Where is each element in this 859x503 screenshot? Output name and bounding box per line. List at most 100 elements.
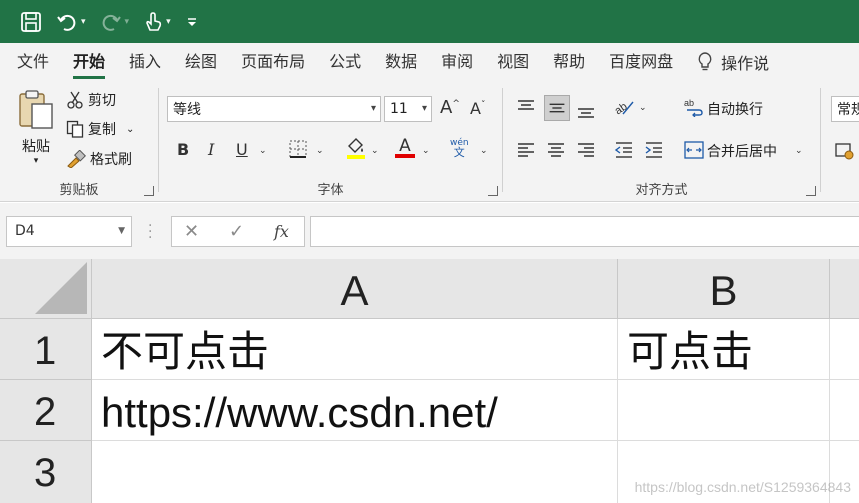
tab-page-layout[interactable]: 页面布局 xyxy=(229,43,317,80)
undo-button[interactable]: ▾ xyxy=(56,11,86,33)
formula-buttons: ✕ ✓ fx xyxy=(171,216,305,247)
cell-a3[interactable] xyxy=(92,441,618,503)
name-box[interactable]: D4 ▼ xyxy=(6,216,132,247)
row-header-3[interactable]: 3 xyxy=(0,441,92,503)
font-size-value: 11 xyxy=(390,101,408,117)
redo-dropdown-icon[interactable]: ▾ xyxy=(125,17,130,27)
enter-icon[interactable]: ✓ xyxy=(229,221,244,242)
tab-file[interactable]: 文件 xyxy=(0,43,61,80)
cell-c1[interactable] xyxy=(830,319,859,380)
align-middle-icon[interactable] xyxy=(544,95,570,121)
name-box-value: D4 xyxy=(15,223,35,239)
tell-me-box[interactable]: 操作说 xyxy=(697,50,769,74)
clipboard-launcher-icon[interactable] xyxy=(144,186,154,196)
font-name-select[interactable]: 等线 ▾ xyxy=(167,96,381,122)
merge-dropdown-icon[interactable]: ⌄ xyxy=(795,146,803,156)
cut-button[interactable]: 剪切 xyxy=(66,90,116,110)
paste-dropdown-icon[interactable]: ▾ xyxy=(14,156,58,166)
merge-center-button[interactable]: 合并后居中 xyxy=(707,141,777,161)
number-format-select[interactable]: 常规 xyxy=(831,96,859,122)
select-all-button[interactable] xyxy=(0,259,92,319)
align-top-icon[interactable] xyxy=(515,97,537,117)
ribbon-tabs: 文件 开始 插入 绘图 页面布局 公式 数据 审阅 视图 帮助 百度网盘 操作说 xyxy=(0,43,859,80)
underline-button[interactable]: U xyxy=(236,140,248,159)
name-box-dropdown-icon[interactable]: ▼ xyxy=(118,226,125,236)
tab-insert[interactable]: 插入 xyxy=(117,43,173,80)
customize-qat-button[interactable] xyxy=(185,15,199,29)
formula-input[interactable] xyxy=(310,216,859,247)
cell-b1[interactable]: 可点击 xyxy=(618,319,830,380)
bold-button[interactable]: B xyxy=(177,140,189,159)
paste-icon xyxy=(19,90,53,129)
row-header-1[interactable]: 1 xyxy=(0,319,92,380)
italic-button[interactable]: I xyxy=(208,140,214,159)
orientation-dropdown-icon[interactable]: ⌄ xyxy=(639,103,647,113)
font-color-button[interactable]: A xyxy=(395,136,415,158)
row-header-2[interactable]: 2 xyxy=(0,380,92,441)
font-size-dropdown-icon: ▾ xyxy=(421,103,427,114)
shrink-font-button[interactable]: Aˇ xyxy=(470,99,485,118)
cell-a2[interactable]: https://www.csdn.net/ xyxy=(92,380,618,441)
watermark: https://blog.csdn.net/S1259364843 xyxy=(634,479,851,495)
align-left-icon[interactable] xyxy=(515,140,537,160)
column-header-a[interactable]: A xyxy=(92,259,618,319)
undo-dropdown-icon[interactable]: ▾ xyxy=(81,17,86,27)
customize-qat-icon xyxy=(187,17,196,26)
formula-bar: D4 ▼ · · · ✕ ✓ fx xyxy=(0,203,859,259)
ribbon: 粘贴 ▾ 剪切 复制 ⌄ 格式刷 剪贴板 等线 ▾ 11 ▾ A^ Aˇ B I… xyxy=(0,80,859,202)
format-painter-icon xyxy=(67,150,86,168)
format-painter-button[interactable]: 格式刷 xyxy=(66,149,132,169)
borders-button[interactable] xyxy=(288,139,308,163)
insert-function-icon[interactable]: fx xyxy=(274,222,289,241)
font-color-dropdown-icon[interactable]: ⌄ xyxy=(422,146,430,156)
orientation-icon[interactable]: ab xyxy=(613,97,635,117)
fill-color-button[interactable] xyxy=(345,136,367,164)
merge-center-icon xyxy=(684,141,704,159)
phonetic-guide-button[interactable]: wén 文 xyxy=(450,138,469,158)
tab-baidu-netdisk[interactable]: 百度网盘 xyxy=(597,43,685,80)
borders-dropdown-icon[interactable]: ⌄ xyxy=(316,146,324,156)
phonetic-dropdown-icon[interactable]: ⌄ xyxy=(480,146,488,156)
tab-help[interactable]: 帮助 xyxy=(541,43,597,80)
font-color-icon: A xyxy=(399,136,411,156)
copy-button[interactable]: 复制 ⌄ xyxy=(66,119,134,139)
font-group-label: 字体 xyxy=(317,183,344,198)
number-format-value: 常规 xyxy=(837,102,859,118)
touch-mode-dropdown-icon[interactable]: ▾ xyxy=(166,17,171,27)
align-right-icon[interactable] xyxy=(575,140,597,160)
fill-color-dropdown-icon[interactable]: ⌄ xyxy=(371,146,379,156)
undo-icon xyxy=(57,14,76,31)
column-header-c[interactable] xyxy=(830,259,859,319)
touch-mode-button[interactable]: ▾ xyxy=(143,11,171,33)
alignment-launcher-icon[interactable] xyxy=(806,186,816,196)
tab-review[interactable]: 审阅 xyxy=(429,43,485,80)
wrap-text-button[interactable]: 自动换行 xyxy=(707,99,763,119)
copy-dropdown-icon[interactable]: ⌄ xyxy=(126,124,134,135)
accounting-format-icon[interactable] xyxy=(834,141,856,161)
tab-home[interactable]: 开始 xyxy=(61,43,117,80)
font-launcher-icon[interactable] xyxy=(488,186,498,196)
decrease-indent-icon[interactable] xyxy=(613,140,635,160)
tab-draw[interactable]: 绘图 xyxy=(173,43,229,80)
underline-dropdown-icon[interactable]: ⌄ xyxy=(259,146,267,156)
cell-b2[interactable] xyxy=(618,380,830,441)
cancel-icon[interactable]: ✕ xyxy=(184,221,199,242)
redo-button[interactable]: ▾ xyxy=(100,11,130,33)
formula-bar-resize-handle[interactable]: · · · xyxy=(148,219,152,245)
tab-data[interactable]: 数据 xyxy=(373,43,429,80)
cell-a1[interactable]: 不可点击 xyxy=(92,319,618,380)
tab-formulas[interactable]: 公式 xyxy=(317,43,373,80)
svg-text:ab: ab xyxy=(684,98,694,108)
cell-c2[interactable] xyxy=(830,380,859,441)
font-size-select[interactable]: 11 ▾ xyxy=(384,96,432,122)
group-divider xyxy=(820,88,821,192)
column-header-b[interactable]: B xyxy=(618,259,830,319)
grow-font-button[interactable]: A^ xyxy=(440,97,460,118)
align-bottom-icon[interactable] xyxy=(575,101,597,121)
save-button[interactable] xyxy=(20,11,42,33)
tab-view[interactable]: 视图 xyxy=(485,43,541,80)
align-center-icon[interactable] xyxy=(545,140,567,160)
alignment-group: ab ⌄ ab 自动换行 合并后居中 ⌄ 对齐方式 xyxy=(503,80,820,202)
increase-indent-icon[interactable] xyxy=(643,140,665,160)
paste-button[interactable]: 粘贴 ▾ xyxy=(14,88,58,166)
